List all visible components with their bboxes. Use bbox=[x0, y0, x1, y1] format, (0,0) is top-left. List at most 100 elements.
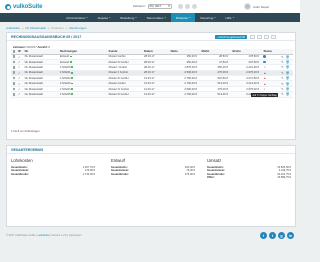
delete-icon[interactable]: 🗑 bbox=[286, 82, 290, 86]
status-dot-icon bbox=[71, 82, 74, 85]
row-checkbox[interactable] bbox=[12, 60, 16, 64]
breadcrumb-item-home[interactable]: vulkoSuite bbox=[6, 26, 20, 30]
summary-label: Offen: bbox=[207, 176, 215, 180]
brand-logo[interactable]: vulkoSuite bbox=[5, 3, 42, 11]
export-icon[interactable] bbox=[250, 34, 255, 40]
footer-link[interactable]: vulkoSuite bbox=[37, 234, 49, 237]
new-invoice-button[interactable]: + Rechnung/Gutschrift bbox=[215, 34, 247, 40]
user-menu[interactable]: Colin Sieper bbox=[244, 3, 269, 10]
linkedin-icon[interactable]: in bbox=[287, 232, 294, 239]
summary-column: Lohnkosten Gesamtnetto: 1.457,70 € Gesamtst… bbox=[11, 158, 95, 176]
chevron-down-icon: ▾ bbox=[109, 16, 111, 19]
version-text: | Version 1.2.0 | Impressum bbox=[50, 234, 82, 237]
columns-icon[interactable] bbox=[271, 34, 276, 40]
table-info: 1 bis 8 von 8 Einträgen bbox=[11, 129, 40, 133]
nav-item-label: Reporting bbox=[200, 15, 214, 20]
delete-icon[interactable]: 🗑 bbox=[286, 71, 290, 75]
invoice-number: 1722221 bbox=[60, 71, 71, 75]
row-checkbox[interactable] bbox=[12, 65, 16, 69]
edit-icon[interactable]: ✎ bbox=[281, 71, 284, 75]
avatar bbox=[244, 3, 251, 10]
delete-icon[interactable]: 🗑 bbox=[286, 55, 290, 59]
breadcrumb-item-branch[interactable]: NL Musterstadt bbox=[26, 26, 46, 30]
delete-icon[interactable]: 🗑 bbox=[286, 65, 290, 69]
warning-icon: ▲ bbox=[263, 70, 267, 75]
select-all-checkbox[interactable] bbox=[12, 50, 16, 53]
twitter-icon[interactable]: t bbox=[269, 232, 276, 239]
filter-icon[interactable] bbox=[264, 34, 269, 40]
delete-icon[interactable]: 🗑 bbox=[286, 60, 290, 64]
summary-column-title: Entwurf bbox=[111, 158, 126, 163]
zeitraum-select[interactable]: 05 | 2017 ▾ bbox=[147, 4, 172, 9]
nav-item-stammdaten[interactable]: Stammdaten ▾ bbox=[142, 13, 171, 22]
status-dot-icon bbox=[71, 87, 74, 90]
invoice-number: 1722223 bbox=[60, 82, 71, 86]
nav-item-label: Bestellung bbox=[120, 15, 135, 20]
summary-row: Gesamtbrutto: 1.734,66 € bbox=[11, 173, 95, 176]
status-tooltip: Auf 'In Teppe' stichtag bbox=[251, 93, 279, 98]
paid-status-icon bbox=[263, 55, 267, 58]
status-dot-icon bbox=[71, 77, 74, 79]
breadcrumb-separator: » bbox=[65, 26, 68, 30]
chevron-down-icon: ▾ bbox=[135, 16, 137, 19]
row-checkbox[interactable] bbox=[12, 92, 16, 96]
booked-check-icon: ✓ bbox=[18, 60, 21, 65]
chevron-down-icon: ▾ bbox=[214, 16, 216, 19]
mail-icon[interactable] bbox=[185, 3, 190, 9]
row-checkbox[interactable] bbox=[12, 76, 16, 80]
delete-icon[interactable]: 🗑 bbox=[286, 87, 290, 91]
settings-icon[interactable] bbox=[192, 3, 197, 9]
nav-item-bestellung[interactable]: Bestellung ▾ bbox=[115, 13, 141, 22]
status-dot-icon bbox=[70, 55, 72, 58]
edit-icon[interactable]: ✎ bbox=[281, 65, 284, 69]
row-checkbox[interactable] bbox=[12, 87, 16, 91]
booked-check-icon: ✓ bbox=[18, 92, 21, 97]
facebook-icon[interactable]: f bbox=[260, 232, 267, 239]
nav-item-administration[interactable]: Administration ▾ bbox=[61, 13, 92, 22]
status-dot-icon bbox=[70, 60, 72, 63]
branch-cell: NL Musterstadt bbox=[23, 91, 59, 98]
main-nav: Administration ▾ Akquise ▾ Bestellung ▾ Stammd… bbox=[0, 13, 300, 22]
print-icon[interactable] bbox=[257, 34, 262, 40]
customer-cell: Muster III GmbH bbox=[107, 91, 143, 98]
zeitraum-value: 05 | 2017 bbox=[149, 4, 162, 9]
nav-item-finanzen[interactable]: Finanzen ▾ bbox=[170, 13, 196, 22]
edit-icon[interactable]: ✎ bbox=[281, 55, 284, 59]
copyright-text: © 2017 vulkoSuite GmbH | bbox=[6, 234, 37, 237]
sent-check-icon: ✓ bbox=[263, 87, 266, 92]
tax-cell: 513,00 € bbox=[200, 91, 231, 98]
invoice-number-cell[interactable]: 1722225 bbox=[58, 91, 108, 98]
invoice-number: Entwurf bbox=[60, 60, 70, 64]
edit-icon[interactable]: ✎ bbox=[281, 82, 284, 86]
row-checkbox[interactable] bbox=[12, 55, 16, 58]
notification-icon[interactable] bbox=[178, 3, 183, 9]
chevron-down-icon: ▾ bbox=[164, 16, 166, 19]
edit-icon[interactable]: ✎ bbox=[281, 92, 284, 96]
paid-status-icon bbox=[263, 60, 267, 64]
date-cell: 13.03.17 bbox=[142, 91, 170, 98]
summary-column-title: Lohnkosten bbox=[11, 158, 33, 163]
delete-icon[interactable]: 🗑 bbox=[286, 76, 290, 80]
nav-item-label: Administration bbox=[66, 15, 86, 20]
breadcrumb-item-section[interactable]: Finanzen bbox=[51, 26, 63, 30]
row-checkbox[interactable] bbox=[12, 82, 16, 85]
summary-value: 15.889,75 € bbox=[277, 176, 291, 180]
nav-item-hilfe[interactable]: Hilfe ▾ bbox=[221, 13, 239, 22]
google-plus-icon[interactable]: g bbox=[278, 232, 285, 239]
edit-icon[interactable]: ✎ bbox=[281, 87, 284, 91]
summary-panel: GESAMTERGEBNIS Lohnkosten Gesamtnetto: 1.4… bbox=[6, 145, 296, 227]
delete-icon[interactable]: 🗑 bbox=[286, 92, 290, 96]
summary-title: GESAMTERGEBNIS bbox=[7, 146, 295, 154]
booked-check-icon: ✓ bbox=[18, 76, 21, 81]
page-footer: © 2017 vulkoSuite GmbH | vulkoSuite | Ve… bbox=[6, 234, 82, 237]
summary-value: 476,00 € bbox=[184, 172, 195, 176]
invoice-number: 1722222 bbox=[60, 76, 71, 80]
row-checkbox[interactable] bbox=[12, 71, 16, 74]
status-dot-icon bbox=[71, 71, 74, 74]
nav-item-label: Akquise bbox=[97, 15, 109, 20]
booked-check-icon: ✓ bbox=[18, 81, 21, 86]
edit-icon[interactable]: ✎ bbox=[281, 76, 284, 80]
nav-item-akquise[interactable]: Akquise ▾ bbox=[92, 13, 115, 22]
nav-item-reporting[interactable]: Reporting ▾ bbox=[195, 13, 220, 22]
edit-icon[interactable]: ✎ bbox=[281, 60, 284, 64]
